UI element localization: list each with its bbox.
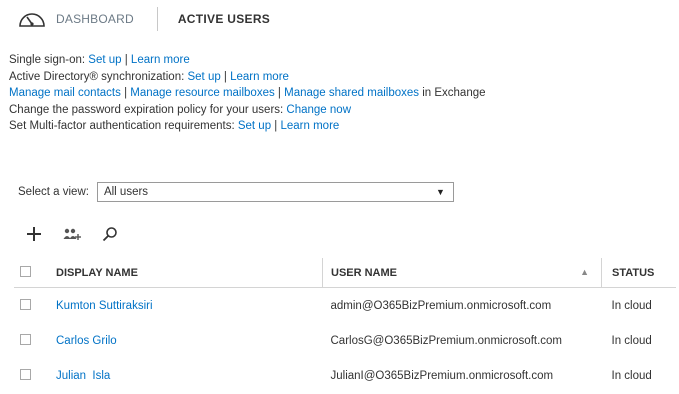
manage-mail-contacts-link[interactable]: Manage mail contacts: [9, 87, 121, 99]
view-selector-row: Select a view: All users ▼: [18, 182, 454, 202]
sso-text: Single sign-on:: [9, 54, 89, 66]
col-user-name[interactable]: USER NAME ▲: [322, 258, 602, 288]
status-cell: In cloud: [611, 369, 652, 382]
row-checkbox[interactable]: [20, 298, 31, 310]
row-checkbox[interactable]: [20, 333, 31, 345]
change-now-link[interactable]: Change now: [286, 104, 351, 116]
table-row[interactable]: Carlos Grilo CarlosG@O365BizPremium.onmi…: [14, 323, 676, 358]
nav-active-users[interactable]: ACTIVE USERS: [178, 12, 270, 26]
ad-sync-sep: |: [220, 70, 231, 83]
exchange-sep-2: |: [274, 87, 285, 99]
password-policy-line: Change the password expiration policy fo…: [9, 102, 486, 119]
mfa-text: Set Multi-factor authentication requirem…: [9, 120, 238, 132]
mfa-setup-link[interactable]: Set up: [238, 120, 271, 132]
info-links-panel: Single sign-on: Set up | Learn more Acti…: [9, 52, 486, 135]
user-display-name-link[interactable]: Julian Isla: [56, 370, 110, 382]
col-status[interactable]: STATUS: [601, 258, 676, 288]
mfa-line: Set Multi-factor authentication requirem…: [9, 118, 486, 135]
exchange-sep-1: |: [120, 87, 131, 99]
user-name-cell: CarlosG@O365BizPremium.onmicrosoft.com: [330, 334, 563, 347]
top-nav: DASHBOARD ACTIVE USERS: [18, 5, 270, 33]
status-cell: In cloud: [611, 334, 652, 347]
add-icon[interactable]: [24, 224, 44, 244]
view-select[interactable]: All users ▼: [96, 182, 454, 202]
user-name-cell: admin@O365BizPremium.onmicrosoft.com: [330, 299, 552, 312]
exchange-line: Manage mail contacts | Manage resource m…: [9, 85, 486, 102]
select-all-checkbox[interactable]: [20, 265, 31, 277]
view-select-value: All users: [103, 186, 149, 198]
table-row[interactable]: Kumton Suttiraksiri admin@O365BizPremium…: [14, 288, 676, 324]
toolbar: [24, 224, 138, 244]
sort-ascending-icon: ▲: [580, 266, 589, 277]
col-display-name[interactable]: DISPLAY NAME: [38, 258, 323, 288]
bulk-add-users-icon[interactable]: [62, 224, 82, 244]
table-row[interactable]: Julian Isla JulianI@O365BizPremium.onmic…: [14, 358, 676, 393]
table-header-row: DISPLAY NAME USER NAME ▲ STATUS: [14, 258, 676, 288]
password-policy-text: Change the password expiration policy fo…: [9, 103, 287, 116]
view-label: Select a view:: [18, 186, 89, 198]
users-table: DISPLAY NAME USER NAME ▲ STATUS Kumton Su…: [14, 258, 676, 393]
ad-sync-line: Active Directory® synchronization: Set u…: [9, 69, 486, 86]
manage-resource-mailboxes-link[interactable]: Manage resource mailboxes: [130, 87, 274, 99]
status-cell: In cloud: [611, 299, 652, 312]
sso-learn-more-link[interactable]: Learn more: [131, 54, 190, 66]
ad-sync-text: Active Directory® synchronization:: [9, 70, 188, 83]
sso-setup-link[interactable]: Set up: [88, 54, 121, 66]
user-display-name-link[interactable]: Carlos Grilo: [56, 335, 117, 347]
chevron-down-icon: ▼: [436, 187, 445, 197]
nav-dashboard-link[interactable]: DASHBOARD: [56, 12, 134, 26]
exchange-suffix: in Exchange: [419, 87, 486, 99]
search-icon[interactable]: [100, 224, 120, 244]
dashboard-icon[interactable]: [18, 9, 46, 29]
ad-sync-learn-more-link[interactable]: Learn more: [230, 71, 289, 83]
sso-sep: |: [121, 54, 131, 66]
user-display-name-link[interactable]: Kumton Suttiraksiri: [56, 300, 153, 312]
row-checkbox[interactable]: [20, 368, 31, 380]
manage-shared-mailboxes-link[interactable]: Manage shared mailboxes: [284, 87, 419, 99]
select-all-cell: [14, 258, 38, 288]
sso-line: Single sign-on: Set up | Learn more: [9, 52, 486, 69]
mfa-learn-more-link[interactable]: Learn more: [280, 120, 339, 132]
nav-divider: [156, 7, 158, 31]
user-name-cell: JulianI@O365BizPremium.onmicrosoft.com: [330, 369, 554, 382]
ad-sync-setup-link[interactable]: Set up: [187, 71, 220, 83]
